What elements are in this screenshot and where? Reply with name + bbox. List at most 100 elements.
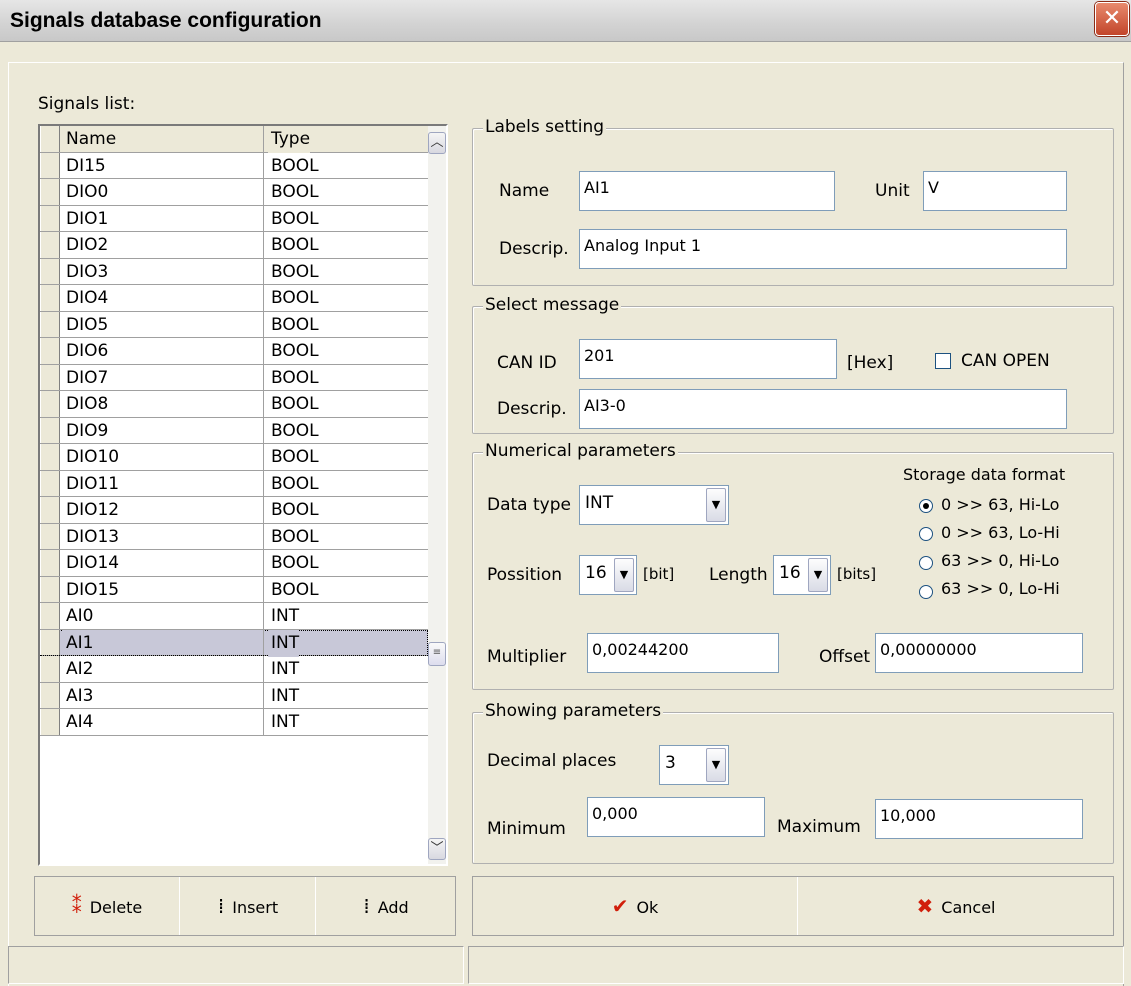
- table-row[interactable]: DIO9 BOOL: [40, 417, 428, 444]
- cell-type: BOOL: [271, 473, 319, 494]
- table-row[interactable]: DIO12 BOOL: [40, 497, 428, 524]
- showing-parameters-title: Showing parameters: [483, 701, 664, 721]
- dropdown-arrow-icon[interactable]: ▼: [706, 748, 726, 782]
- cancel-x-icon: ✖: [916, 894, 934, 918]
- table-row[interactable]: AI3 INT: [40, 682, 428, 709]
- maximum-field[interactable]: 10,000: [875, 799, 1083, 839]
- cell-name: DI15: [62, 152, 264, 178]
- cell-name: DIO15: [62, 576, 264, 602]
- cell-name: DIO9: [62, 417, 264, 443]
- close-icon[interactable]: ✕: [1095, 2, 1129, 36]
- table-row[interactable]: AI2 INT: [40, 656, 428, 683]
- add-button[interactable]: ⁞ Add: [317, 877, 455, 935]
- delete-label: Delete: [89, 898, 143, 917]
- row-indicator: [40, 417, 60, 443]
- row-indicator: [40, 656, 60, 682]
- table-row[interactable]: DIO10 BOOL: [40, 444, 428, 471]
- signals-list-caption: Signals list:: [38, 94, 136, 114]
- delete-button[interactable]: ⁑ Delete: [35, 877, 179, 935]
- cell-type: BOOL: [271, 288, 319, 308]
- insert-button[interactable]: ⁞ Insert: [181, 877, 315, 935]
- cell-type: BOOL: [271, 526, 319, 547]
- row-indicator: [40, 470, 60, 496]
- table-row[interactable]: DIO2 BOOL: [40, 232, 428, 259]
- descrip-field[interactable]: Analog Input 1: [579, 229, 1067, 269]
- storage-radio-0[interactable]: [919, 499, 933, 513]
- list-scrollbar[interactable]: ︿ ≡ ﹀: [428, 126, 446, 864]
- decimal-places-select[interactable]: 3 ▼: [659, 745, 729, 785]
- scroll-down-icon[interactable]: ﹀: [428, 838, 446, 860]
- table-row[interactable]: AI4 INT: [40, 709, 428, 736]
- table-row[interactable]: DIO4 BOOL: [40, 285, 428, 312]
- scroll-thumb[interactable]: ≡: [428, 642, 446, 666]
- cell-type: BOOL: [271, 500, 319, 520]
- scroll-up-icon[interactable]: ︿: [428, 132, 446, 154]
- row-indicator: [40, 523, 60, 549]
- dropdown-arrow-icon[interactable]: ▼: [614, 558, 634, 592]
- table-row[interactable]: DIO8 BOOL: [40, 391, 428, 418]
- position-select[interactable]: 16 ▼: [579, 555, 637, 595]
- ok-label: Ok: [636, 898, 659, 917]
- dropdown-arrow-icon[interactable]: ▼: [706, 488, 726, 522]
- canopen-checkbox[interactable]: [935, 353, 951, 369]
- row-indicator: [40, 205, 60, 231]
- table-row[interactable]: DIO13 BOOL: [40, 523, 428, 550]
- multiplier-label: Multiplier: [487, 647, 567, 667]
- canopen-label: CAN OPEN: [961, 351, 1050, 371]
- table-row[interactable]: DIO15 BOOL: [40, 576, 428, 603]
- dropdown-arrow-icon[interactable]: ▼: [808, 558, 828, 592]
- canid-field[interactable]: 201: [579, 339, 837, 379]
- offset-field[interactable]: 0,00000000: [875, 633, 1083, 673]
- cell-type: BOOL: [271, 235, 319, 255]
- minimum-field[interactable]: 0,000: [587, 797, 765, 837]
- row-indicator: [40, 709, 60, 735]
- table-row[interactable]: DIO1 BOOL: [40, 205, 428, 232]
- cell-type: BOOL: [271, 553, 319, 573]
- cell-type: INT: [271, 606, 300, 626]
- table-row[interactable]: AI0 INT: [40, 603, 428, 630]
- ok-button[interactable]: ✔ Ok: [473, 877, 797, 935]
- table-row[interactable]: DI15 BOOL: [40, 152, 428, 179]
- storage-radio-2[interactable]: [919, 556, 933, 570]
- storage-option-2: 63 >> 0, Hi-Lo: [941, 551, 1060, 570]
- table-row[interactable]: DIO3 BOOL: [40, 258, 428, 285]
- cell-name: AI4: [62, 709, 264, 735]
- name-field[interactable]: AI1: [579, 171, 835, 211]
- cell-type: BOOL: [271, 314, 319, 335]
- cell-type: BOOL: [271, 261, 319, 282]
- storage-radio-3[interactable]: [919, 585, 933, 599]
- multiplier-field[interactable]: 0,00244200: [587, 633, 779, 673]
- position-value: 16: [585, 563, 607, 583]
- table-row[interactable]: DIO7 BOOL: [40, 364, 428, 391]
- table-row[interactable]: DIO0 BOOL: [40, 179, 428, 206]
- column-header-name[interactable]: Name: [62, 126, 264, 152]
- storage-title: Storage data format: [903, 465, 1066, 484]
- signals-list[interactable]: Name Type DI15 BOOL DIO0 BOOL DIO1 BOOL DIO2 BO…: [38, 124, 448, 866]
- length-label: Length: [709, 565, 768, 585]
- list-header: Name Type: [40, 126, 428, 153]
- column-header-type[interactable]: Type: [268, 126, 311, 153]
- storage-option-3: 63 >> 0, Lo-Hi: [941, 579, 1060, 598]
- cancel-button[interactable]: ✖ Cancel: [799, 877, 1113, 935]
- bit-label: [bit]: [643, 565, 675, 583]
- length-select[interactable]: 16 ▼: [773, 555, 831, 595]
- unit-field[interactable]: V: [923, 171, 1067, 211]
- table-row[interactable]: DIO5 BOOL: [40, 311, 428, 338]
- cell-type: BOOL: [271, 155, 319, 176]
- offset-label: Offset: [819, 647, 871, 667]
- position-label: Possition: [487, 565, 563, 585]
- storage-option-0: 0 >> 63, Hi-Lo: [941, 495, 1060, 514]
- message-descrip-field[interactable]: AI3-0: [579, 389, 1067, 429]
- name-label: Name: [499, 181, 550, 201]
- row-indicator: [40, 152, 60, 178]
- cell-name: DIO3: [62, 258, 264, 284]
- table-row[interactable]: DIO11 BOOL: [40, 470, 428, 497]
- table-row[interactable]: DIO6 BOOL: [40, 338, 428, 365]
- table-row[interactable]: AI1 INT: [40, 629, 428, 657]
- cell-name: AI3: [62, 682, 264, 708]
- datatype-select[interactable]: INT ▼: [579, 485, 729, 525]
- cell-name: DIO11: [62, 470, 264, 496]
- storage-radio-1[interactable]: [919, 527, 933, 541]
- table-row[interactable]: DIO14 BOOL: [40, 550, 428, 577]
- row-indicator: [40, 682, 60, 708]
